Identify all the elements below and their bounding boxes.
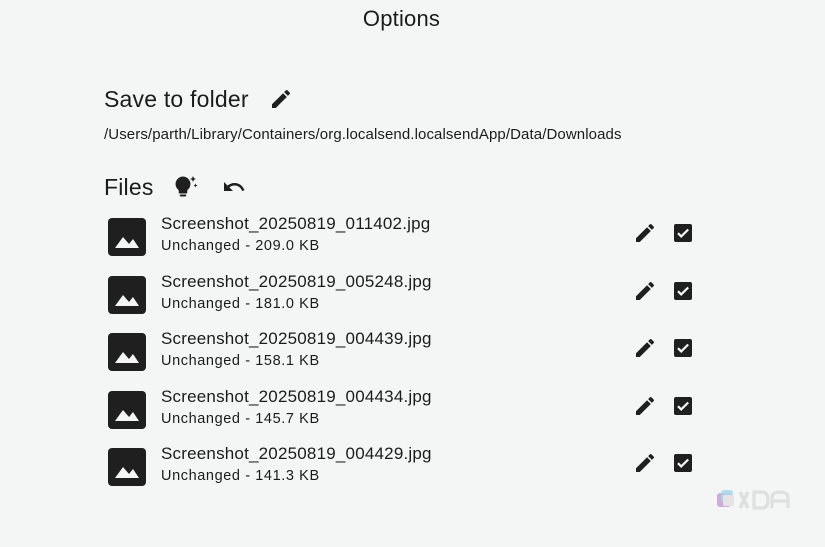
file-checkbox[interactable] [670, 278, 696, 304]
image-icon [108, 218, 146, 256]
xda-logo [716, 488, 794, 514]
file-list: Screenshot_20250819_011402.jpg Unchanged … [104, 208, 704, 496]
files-heading: Files [104, 173, 154, 200]
pencil-icon[interactable] [267, 85, 295, 113]
file-status: Unchanged - 145.7 KB [161, 410, 320, 427]
lightbulb-sparkle-icon[interactable] [171, 172, 201, 202]
image-icon [108, 275, 146, 314]
undo-icon[interactable] [219, 172, 249, 202]
page-title: Options [362, 6, 441, 31]
save-folder-path: /Users/parth/Library/Containers/org.loca… [104, 126, 622, 143]
file-name: Screenshot_20250819_011402.jpg [161, 214, 431, 233]
file-row: Screenshot_20250819_004429.jpg Unchanged … [104, 438, 704, 496]
file-row: Screenshot_20250819_004439.jpg Unchanged … [104, 323, 704, 381]
save-folder-header: Save to folder [104, 85, 295, 113]
rename-pencil-icon[interactable] [632, 335, 658, 361]
file-checkbox[interactable] [670, 220, 696, 246]
image-icon [108, 448, 146, 486]
file-status: Unchanged - 141.3 KB [161, 468, 320, 484]
image-icon [108, 333, 146, 371]
files-header: Files [104, 172, 249, 202]
file-row: Screenshot_20250819_005248.jpg Unchanged … [104, 266, 704, 324]
file-checkbox[interactable] [670, 450, 696, 476]
rename-pencil-icon[interactable] [632, 393, 658, 419]
file-checkbox[interactable] [670, 335, 696, 361]
file-name: Screenshot_20250819_005248.jpg [161, 271, 432, 291]
file-status: Unchanged - 181.0 KB [161, 295, 320, 312]
image-icon [108, 390, 146, 429]
rename-pencil-icon[interactable] [632, 450, 658, 476]
file-row: Screenshot_20250819_004434.jpg Unchanged … [104, 381, 704, 439]
file-status: Unchanged - 209.0 KB [161, 238, 320, 254]
file-name: Screenshot_20250819_004429.jpg [161, 444, 432, 463]
file-checkbox[interactable] [670, 393, 696, 419]
file-status: Unchanged - 158.1 KB [161, 353, 320, 369]
save-folder-heading: Save to folder [104, 85, 249, 112]
rename-pencil-icon[interactable] [632, 278, 658, 304]
file-name: Screenshot_20250819_004439.jpg [161, 329, 432, 348]
file-row: Screenshot_20250819_011402.jpg Unchanged … [104, 208, 704, 266]
file-name: Screenshot_20250819_004434.jpg [161, 386, 432, 406]
rename-pencil-icon[interactable] [632, 220, 658, 246]
